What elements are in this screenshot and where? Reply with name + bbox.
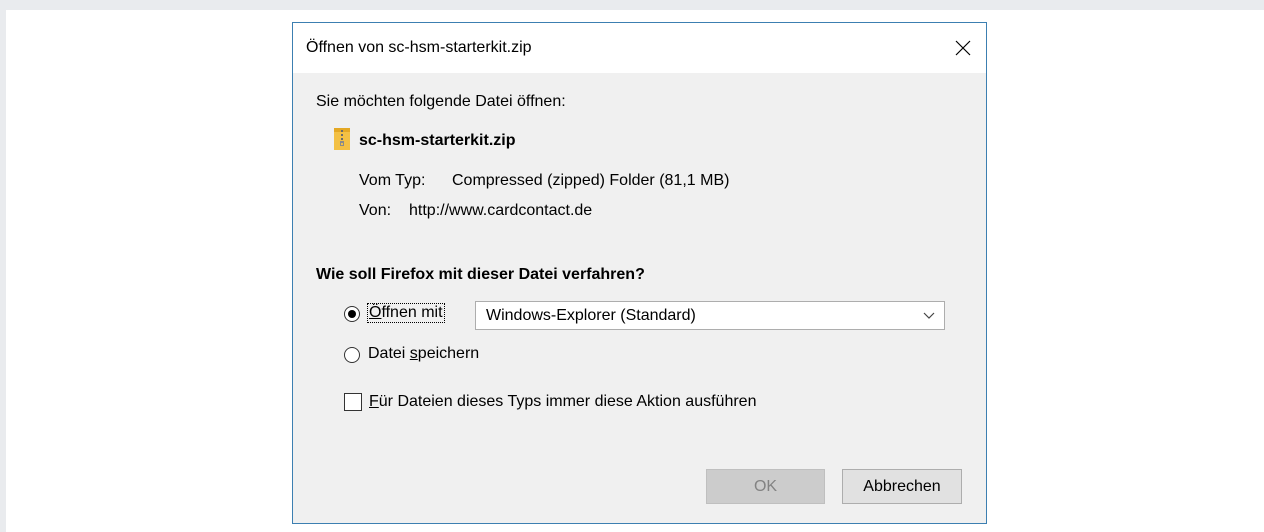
close-icon xyxy=(955,40,971,56)
close-button[interactable] xyxy=(940,23,986,73)
remember-choice-label[interactable]: Für Dateien dieses Typs immer diese Akti… xyxy=(369,393,756,411)
save-file-radio[interactable] xyxy=(344,347,360,363)
file-source-label: Von: xyxy=(359,202,392,219)
open-with-radio[interactable] xyxy=(344,306,360,322)
radio-selected-dot xyxy=(348,310,356,318)
application-select-value: Windows-Explorer (Standard) xyxy=(486,307,696,324)
title-bar: Öffnen von sc-hsm-starterkit.zip xyxy=(293,23,986,73)
dialog-title: Öffnen von sc-hsm-starterkit.zip xyxy=(306,39,532,56)
application-select[interactable]: Windows-Explorer (Standard) xyxy=(475,301,945,330)
save-file-label[interactable]: Datei speichern xyxy=(368,345,479,363)
ok-button[interactable]: OK xyxy=(706,469,825,504)
zip-folder-icon xyxy=(334,128,350,150)
cancel-button[interactable]: Abbrechen xyxy=(842,469,962,504)
open-with-label[interactable]: Öffnen mit xyxy=(367,303,445,323)
remember-choice-checkbox[interactable] xyxy=(344,393,362,411)
file-source-value: http://www.cardcontact.de xyxy=(409,202,593,219)
chevron-down-icon xyxy=(923,312,935,319)
file-name: sc-hsm-starterkit.zip xyxy=(359,132,516,149)
action-question: Wie soll Firefox mit dieser Datei verfah… xyxy=(316,266,645,283)
prompt-text: Sie möchten folgende Datei öffnen: xyxy=(316,93,566,110)
file-type-value: Compressed (zipped) Folder (81,1 MB) xyxy=(452,172,730,189)
download-dialog: Öffnen von sc-hsm-starterkit.zip Sie möc… xyxy=(292,22,987,524)
file-type-label: Vom Typ: xyxy=(359,172,426,189)
